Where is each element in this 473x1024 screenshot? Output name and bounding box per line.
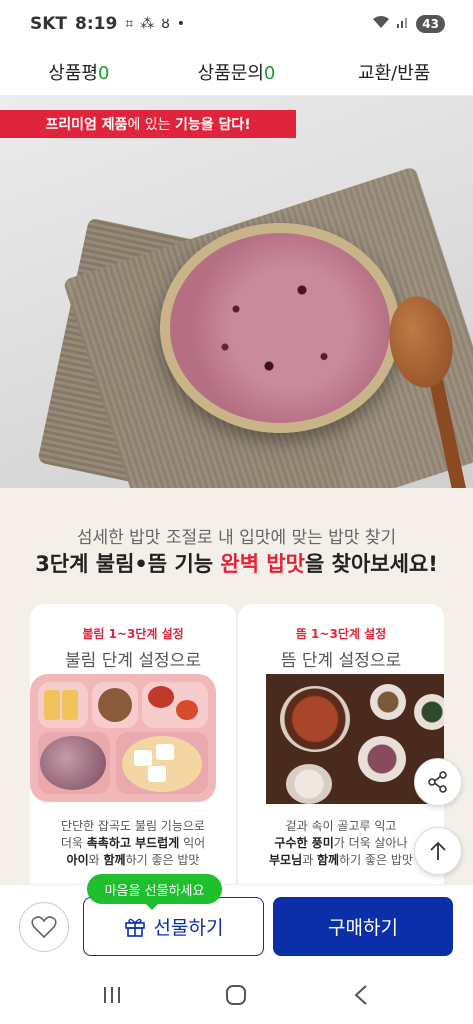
banner-bold: 프리미엄 제품	[45, 117, 128, 133]
arrow-up-icon	[430, 841, 446, 860]
premium-banner: 프리미엄 제품 에 있는 기능을 담다!	[0, 110, 296, 138]
desc-bold: 촉촉하고 부드럽게	[86, 836, 180, 850]
clock: 8:19	[75, 14, 118, 34]
tab-reviews[interactable]: 상품평0	[0, 59, 158, 85]
feature-card-soak: 불림 1~3단계 설정 불림 단계 설정으로 단단한 잡곡도 불림 기능으로 더…	[30, 604, 236, 894]
home-icon	[226, 985, 247, 1005]
screenshot-icon: ⌗	[125, 16, 134, 32]
wifi-icon	[372, 14, 390, 34]
desc-text: 가 더욱 살아나	[333, 836, 408, 850]
desc-bold: 부모님	[269, 853, 303, 867]
desc-text: 하기 좋은 밥맛	[125, 853, 200, 867]
desc-text: 와	[88, 853, 104, 867]
gift-label: 선물하기	[153, 917, 224, 939]
desc-bold: 함께	[317, 853, 340, 867]
share-icon	[428, 771, 447, 793]
desc-bold: 함께	[103, 853, 126, 867]
desc-text: 과	[302, 853, 317, 867]
heart-icon	[31, 916, 57, 939]
tab-count: 0	[263, 62, 276, 84]
card-title: 불림 단계 설정으로	[65, 651, 201, 671]
recent-apps-button[interactable]	[92, 975, 132, 1015]
desc-bold: 구수한 풍미	[274, 836, 334, 850]
buy-label: 구매하기	[328, 917, 398, 939]
tab-label: 교환/반품	[358, 62, 431, 84]
card-tag: 뜸 1~3단계 설정	[295, 627, 387, 641]
gift-tooltip: 마음을 선물하세요	[87, 874, 222, 910]
desc-text: 더욱	[60, 836, 87, 850]
signal-icon	[396, 14, 410, 34]
tab-exchange-return[interactable]: 교환/반품	[315, 59, 473, 85]
korean-table-image	[238, 674, 444, 804]
card-description: 단단한 잡곡도 불림 기능으로 더욱 촉촉하고 부드럽게 익어 아이와 함께하기…	[30, 818, 236, 869]
recent-apps-icon	[104, 987, 121, 1003]
dot-icon: •	[176, 16, 186, 32]
product-hero-image: 프리미엄 제품 에 있는 기능을 담다!	[0, 96, 473, 488]
desc-line: 단단한 잡곡도 불림 기능으로	[61, 819, 205, 833]
desc-text: 익어	[179, 836, 206, 850]
desc-text: 하기 좋은 밥맛	[339, 853, 413, 867]
desc-bold: 아이	[66, 853, 89, 867]
notification-icon: ȣ	[161, 16, 170, 32]
card-tag: 불림 1~3단계 설정	[82, 627, 184, 641]
back-icon	[354, 985, 367, 1005]
product-tabs: 상품평0 상품문의0 교환/반품	[0, 48, 473, 96]
desc-line: 겉과 속이 골고루 익고	[285, 819, 397, 833]
home-button[interactable]	[216, 975, 256, 1015]
system-nav-bar	[0, 966, 473, 1024]
wishlist-button[interactable]	[19, 902, 69, 952]
section-subtitle: 섬세한 밥맛 조절로 내 입맛에 맞는 밥맛 찾기	[76, 528, 397, 548]
multigrain-rice	[170, 233, 390, 423]
banner-text: 에 있는	[127, 117, 176, 133]
tab-count: 0	[97, 62, 110, 84]
apps-icon: ⁂	[140, 16, 155, 32]
tab-inquiries[interactable]: 상품문의0	[158, 59, 316, 85]
tab-label: 상품평	[48, 62, 98, 84]
scroll-top-button[interactable]	[414, 827, 462, 875]
feature-section: 섬세한 밥맛 조절로 내 입맛에 맞는 밥맛 찾기 3단계 불림•뜸 기능 완벽…	[0, 488, 473, 894]
back-button[interactable]	[341, 975, 381, 1015]
headline-highlight: 완벽 밥맛	[220, 552, 305, 576]
status-bar: SKT 8:19 ⌗ ⁂ ȣ • 43	[0, 0, 473, 48]
gift-button[interactable]: 선물하기	[83, 897, 264, 956]
banner-bold: 기능을 담다!	[175, 117, 251, 133]
buy-button[interactable]: 구매하기	[273, 897, 453, 956]
bottom-action-bar: 선물하기 구매하기	[0, 884, 473, 966]
gift-icon	[124, 918, 145, 937]
card-description: 겉과 속이 골고루 익고 구수한 풍미가 더욱 살아나 부모님과 함께하기 좋은…	[238, 818, 444, 869]
battery-indicator: 43	[416, 15, 445, 33]
headline-text: 3단계 불림•뜸 기능	[35, 552, 221, 576]
carrier-label: SKT	[30, 14, 68, 34]
share-button[interactable]	[414, 758, 462, 806]
section-headline: 3단계 불림•뜸 기능 완벽 밥맛을 찾아보세요!	[0, 548, 473, 578]
tab-label: 상품문의	[197, 62, 264, 84]
meal-tray-image	[30, 674, 236, 804]
card-title: 뜸 단계 설정으로	[280, 651, 402, 671]
headline-text: 을 찾아보세요!	[305, 552, 438, 576]
tray-shape	[30, 674, 216, 802]
